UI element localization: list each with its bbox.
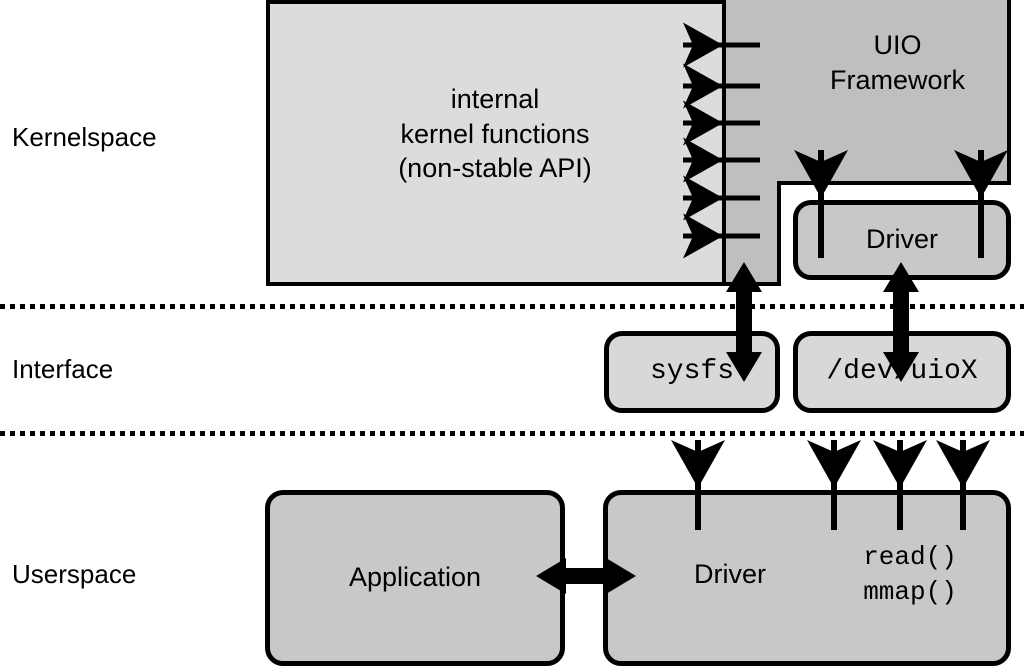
- application-label: Application: [348, 562, 482, 593]
- uio-framework-stub: [722, 181, 781, 286]
- layer-label-interface: Interface: [12, 354, 114, 384]
- kernel-driver-box: Driver: [793, 200, 1011, 280]
- application-box: Application: [265, 490, 565, 666]
- dev-uiox-box: /dev/uioX: [793, 331, 1011, 413]
- kernelspace-interface-divider: [0, 304, 1024, 309]
- kernel-driver-label: Driver: [866, 224, 938, 255]
- uio-framework-label: UIO Framework: [829, 30, 965, 95]
- sysfs-box: sysfs: [604, 331, 780, 413]
- syscalls-label: read() mmap(): [863, 542, 957, 608]
- uio-architecture-diagram: Kernelspace Interface Userspace internal…: [0, 0, 1024, 669]
- internal-kernel-functions-label: internal kernel functions (non-stable AP…: [398, 84, 592, 184]
- sysfs-label: sysfs: [649, 355, 734, 387]
- interface-userspace-divider: [0, 431, 1024, 436]
- layer-label-kernelspace: Kernelspace: [12, 122, 157, 152]
- layer-label-userspace: Userspace: [12, 559, 137, 589]
- userspace-driver-label: Driver: [694, 559, 766, 589]
- kernel-uio-divider: [722, 0, 726, 286]
- dev-uiox-label: /dev/uioX: [826, 355, 978, 387]
